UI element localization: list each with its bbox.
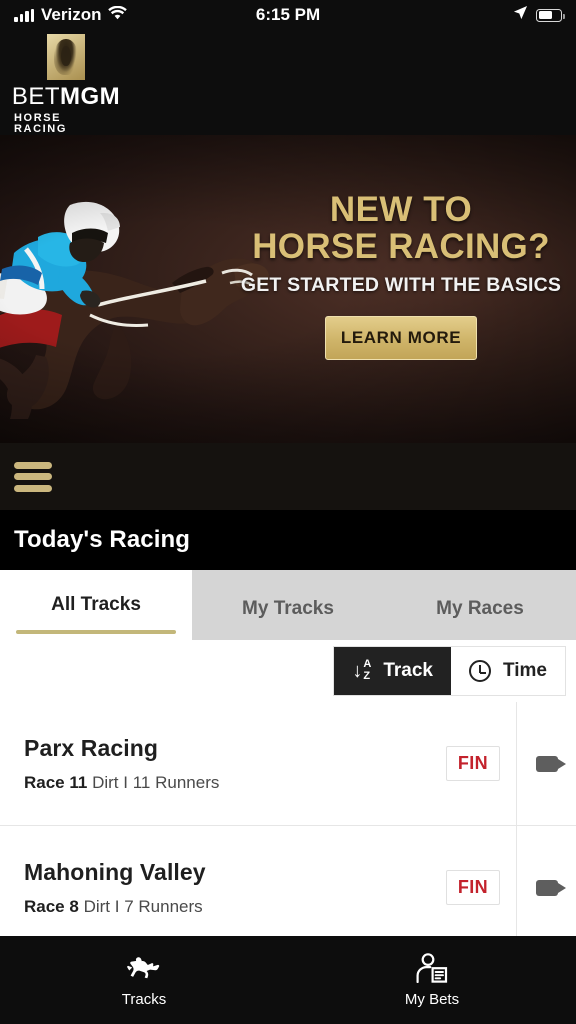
racehorse-jockey-icon: [124, 952, 164, 984]
app-screen: Verizon 6:15 PM BETMGM HORSE RACING NEW …: [0, 0, 576, 1024]
table-row[interactable]: Parx Racing Race 11 Dirt I 11 Runners FI…: [0, 702, 576, 826]
status-badge: FIN: [445, 746, 501, 781]
race-list: Parx Racing Race 11 Dirt I 11 Runners FI…: [0, 702, 576, 936]
status-cell: FIN: [430, 826, 516, 936]
race-info: Mahoning Valley Race 8 Dirt I 7 Runners: [0, 826, 430, 936]
nav-label-my-bets: My Bets: [404, 991, 460, 1008]
tab-my-races[interactable]: My Races: [384, 578, 576, 640]
brand-name: BETMGM: [12, 85, 120, 109]
status-bar: Verizon 6:15 PM: [0, 0, 576, 30]
hamburger-menu-icon[interactable]: [14, 461, 52, 492]
brand-tagline: HORSE RACING: [14, 112, 67, 135]
banner-headline-line2: HORSE RACING?: [252, 227, 550, 267]
nav-label-tracks: Tracks: [121, 991, 167, 1008]
race-info: Parx Racing Race 11 Dirt I 11 Runners: [0, 702, 430, 825]
race-surface: Dirt: [83, 896, 111, 916]
brand-name-bold: MGM: [60, 83, 121, 110]
brand-header: BETMGM HORSE RACING: [0, 30, 576, 135]
betmgm-lion-icon: [47, 34, 85, 80]
race-runners: 7 Runners: [124, 896, 203, 916]
video-cell[interactable]: [516, 702, 576, 825]
person-with-betslip-icon: [415, 952, 449, 984]
nav-item-my-bets[interactable]: My Bets: [288, 952, 576, 1008]
race-surface: Dirt: [92, 772, 119, 792]
race-meta-separator: I: [123, 772, 128, 792]
learn-more-button[interactable]: LEARN MORE: [325, 316, 477, 361]
battery-icon: [536, 8, 565, 22]
brand-name-thin: BET: [11, 83, 61, 110]
race-meta-separator: I: [114, 896, 120, 916]
nav-item-tracks[interactable]: Tracks: [0, 952, 288, 1008]
race-runners: 11 Runners: [132, 772, 220, 792]
betmgm-logo: BETMGM HORSE RACING: [12, 34, 120, 135]
tab-my-tracks[interactable]: My Tracks: [192, 578, 384, 640]
sort-letters: A Z: [363, 659, 371, 682]
sort-row: ↓ A Z Track Time: [0, 640, 576, 702]
sort-by-time-label: Time: [502, 660, 547, 681]
sort-by-track-button[interactable]: ↓ A Z Track: [334, 647, 451, 695]
sort-alpha-down-icon: ↓ A Z: [352, 659, 371, 682]
video-cell[interactable]: [516, 826, 576, 936]
wifi-icon: [108, 5, 128, 25]
promo-banner[interactable]: NEW TO HORSE RACING? GET STARTED WITH TH…: [0, 135, 576, 443]
track-name: Mahoning Valley: [24, 858, 206, 885]
page-title: Today's Racing: [14, 526, 191, 553]
tab-all-tracks[interactable]: All Tracks: [0, 570, 192, 640]
video-camera-icon[interactable]: [535, 755, 566, 772]
sort-by-track-label: Track: [383, 660, 433, 681]
tab-bar: All Tracks My Tracks My Races: [0, 570, 576, 640]
sort-by-time-button[interactable]: Time: [450, 647, 565, 695]
bottom-navigation: Tracks My Bets: [0, 936, 576, 1024]
page-title-bar: Today's Racing: [0, 510, 576, 570]
race-meta: Race 11 Dirt I 11 Runners: [24, 773, 430, 793]
clock-icon: [468, 660, 491, 682]
status-bar-right: [513, 5, 565, 25]
race-number: Race 8: [24, 896, 79, 916]
location-arrow-icon: [513, 5, 528, 25]
race-number: Race 11: [24, 772, 88, 792]
sort-arrow-glyph: ↓: [352, 660, 363, 682]
menu-bar: [0, 443, 576, 510]
carrier-label: Verizon: [41, 5, 102, 24]
status-cell: FIN: [430, 702, 516, 825]
video-camera-icon[interactable]: [535, 879, 566, 896]
table-row[interactable]: Mahoning Valley Race 8 Dirt I 7 Runners …: [0, 826, 576, 936]
track-name: Parx Racing: [24, 734, 159, 761]
race-meta: Race 8 Dirt I 7 Runners: [24, 897, 430, 917]
banner-copy: NEW TO HORSE RACING? GET STARTED WITH TH…: [240, 190, 562, 361]
status-bar-left: Verizon: [14, 5, 128, 25]
sort-segmented-control: ↓ A Z Track Time: [333, 646, 566, 696]
sort-letter-z: Z: [363, 670, 371, 682]
cellular-bars-icon: [14, 8, 34, 22]
banner-subheadline: GET STARTED WITH THE BASICS: [240, 274, 562, 297]
banner-headline-line1: NEW TO: [329, 190, 473, 229]
status-badge: FIN: [445, 870, 501, 905]
